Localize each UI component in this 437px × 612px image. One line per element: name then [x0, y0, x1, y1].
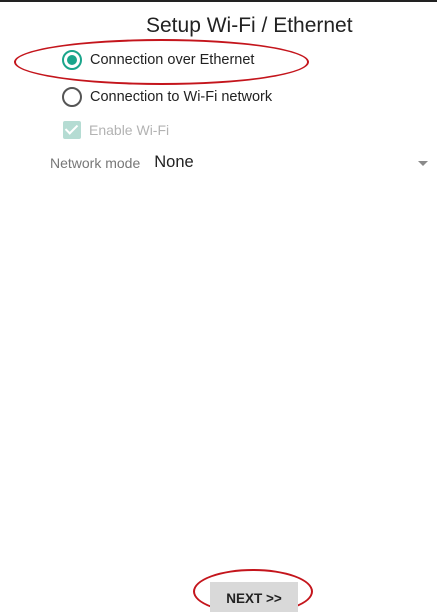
radio-wifi[interactable]: Connection to Wi-Fi network [62, 87, 272, 107]
setup-screen: Setup Wi-Fi / Ethernet Connection over E… [0, 0, 437, 612]
radio-unselected-icon[interactable] [62, 87, 82, 107]
chevron-down-icon[interactable] [418, 161, 428, 166]
radio-ethernet-label: Connection over Ethernet [90, 52, 255, 68]
page-title: Setup Wi-Fi / Ethernet [146, 14, 353, 37]
radio-selected-icon[interactable] [62, 50, 82, 70]
radio-ethernet[interactable]: Connection over Ethernet [62, 50, 254, 70]
enable-wifi-checkbox: Enable Wi-Fi [63, 121, 169, 139]
network-mode-row: Network mode None [50, 153, 194, 172]
radio-wifi-label: Connection to Wi-Fi network [90, 89, 273, 105]
next-button[interactable]: NEXT >> [210, 582, 298, 612]
enable-wifi-label: Enable Wi-Fi [89, 122, 170, 138]
network-mode-value[interactable]: None [154, 153, 193, 172]
network-mode-label: Network mode [50, 154, 141, 171]
check-icon [63, 121, 81, 139]
